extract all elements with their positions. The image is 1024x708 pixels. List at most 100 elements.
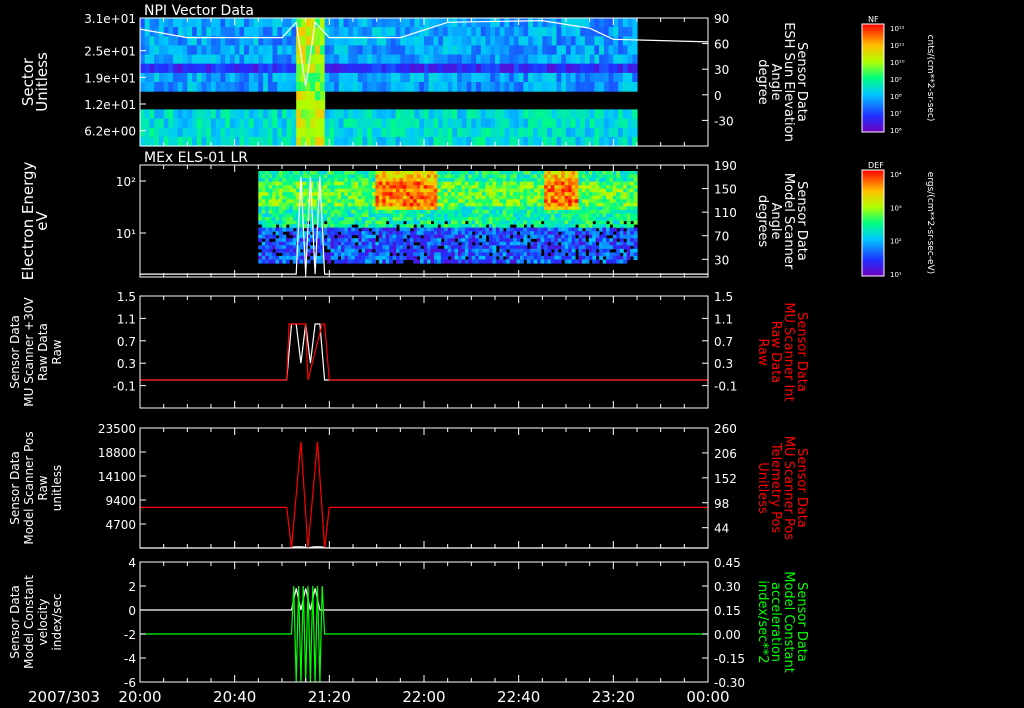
heatmap-cell bbox=[485, 82, 491, 92]
y-tick-right-label: 1.1 bbox=[714, 312, 733, 326]
heatmap-cell bbox=[320, 174, 325, 179]
heatmap-cell bbox=[300, 100, 307, 110]
heatmap-cell bbox=[533, 181, 538, 186]
heatmap-cell bbox=[239, 109, 245, 120]
heatmap-cell bbox=[499, 171, 504, 176]
heatmap-cell bbox=[547, 63, 553, 74]
heatmap-cell bbox=[378, 213, 383, 218]
heatmap-cell bbox=[347, 188, 352, 193]
heatmap-cell bbox=[581, 185, 586, 190]
heatmap-cell bbox=[275, 255, 280, 260]
heatmap-cell bbox=[428, 36, 434, 46]
heatmap-cell bbox=[263, 127, 269, 138]
heatmap-cell bbox=[376, 82, 382, 92]
heatmap-cell bbox=[282, 259, 287, 264]
heatmap-cell bbox=[518, 136, 524, 147]
y-tick-label: 2.5e+01 bbox=[84, 45, 136, 59]
heatmap-cell bbox=[413, 248, 418, 253]
heatmap-cell bbox=[378, 188, 383, 193]
heatmap-cell bbox=[437, 209, 442, 214]
heatmap-cell bbox=[466, 36, 472, 46]
heatmap-cell bbox=[468, 171, 473, 176]
heatmap-cell bbox=[428, 127, 434, 138]
heatmap-cell bbox=[365, 206, 369, 211]
heatmap-cell bbox=[509, 209, 514, 214]
heatmap-cell bbox=[258, 185, 263, 190]
heatmap-cell bbox=[367, 45, 373, 56]
heatmap-cell bbox=[386, 27, 392, 37]
y-tick-label: 10² bbox=[116, 175, 136, 189]
heatmap-cell bbox=[438, 27, 444, 37]
heatmap-cell bbox=[528, 54, 534, 65]
heatmap-cell bbox=[277, 63, 283, 74]
heatmap-cell bbox=[433, 27, 439, 37]
heatmap-cell bbox=[261, 241, 266, 246]
heatmap-cell bbox=[368, 231, 373, 236]
heatmap-cell bbox=[215, 82, 221, 92]
heatmap-cell bbox=[540, 195, 545, 200]
heatmap-cell bbox=[616, 206, 621, 211]
heatmap-cell bbox=[420, 227, 425, 232]
heatmap-cell bbox=[428, 118, 434, 129]
heatmap-cell bbox=[468, 252, 473, 257]
heatmap-cell bbox=[547, 109, 553, 120]
heatmap-cell bbox=[354, 213, 359, 218]
heatmap-cell bbox=[480, 36, 487, 46]
heatmap-cell bbox=[182, 45, 188, 56]
heatmap-cell bbox=[623, 224, 628, 229]
heatmap-cell bbox=[409, 63, 416, 74]
heatmap-cell bbox=[385, 252, 390, 257]
heatmap-cell bbox=[606, 248, 610, 253]
heatmap-cell bbox=[330, 192, 335, 197]
heatmap-cell bbox=[289, 245, 294, 250]
colorbar-label: DEF bbox=[868, 161, 884, 170]
heatmap-cell bbox=[365, 231, 369, 236]
heatmap-cell bbox=[206, 27, 212, 37]
heatmap-cell bbox=[239, 118, 245, 129]
heatmap-cell bbox=[140, 118, 146, 129]
heatmap-cell bbox=[581, 199, 586, 204]
heatmap-cell bbox=[324, 82, 330, 92]
heatmap-cell bbox=[509, 27, 515, 37]
heatmap-cell bbox=[330, 178, 335, 183]
heatmap-cell bbox=[452, 118, 458, 129]
heatmap-cell bbox=[378, 224, 383, 229]
heatmap-cell bbox=[599, 171, 604, 176]
heatmap-cell bbox=[371, 252, 376, 257]
heatmap-cell bbox=[616, 259, 621, 264]
heatmap-cell bbox=[606, 185, 610, 190]
heatmap-cell bbox=[556, 127, 562, 138]
heatmap-cell bbox=[357, 136, 363, 147]
heatmap-cell bbox=[261, 209, 266, 214]
heatmap-cell bbox=[556, 27, 562, 37]
heatmap-cell bbox=[206, 45, 212, 56]
heatmap-cell bbox=[289, 185, 294, 190]
heatmap-cell bbox=[451, 188, 456, 193]
heatmap-cell bbox=[627, 72, 633, 83]
heatmap-cell bbox=[516, 185, 521, 190]
heatmap-cell bbox=[551, 118, 558, 129]
heatmap-cell bbox=[603, 118, 610, 129]
y-tick-right-label: 0.00 bbox=[714, 628, 741, 642]
heatmap-cell bbox=[371, 259, 376, 264]
heatmap-cell bbox=[347, 199, 352, 204]
heatmap-cell bbox=[594, 36, 600, 46]
heatmap-cell bbox=[471, 36, 477, 46]
heatmap-cell bbox=[602, 234, 607, 239]
heatmap-cell bbox=[444, 245, 449, 250]
heatmap-cell bbox=[622, 54, 629, 65]
heatmap-cell bbox=[542, 36, 548, 46]
heatmap-cell bbox=[499, 220, 504, 225]
heatmap-cell bbox=[427, 178, 431, 183]
heatmap-cell bbox=[499, 245, 504, 250]
heatmap-cell bbox=[603, 45, 610, 56]
heatmap-cell bbox=[433, 82, 439, 92]
heatmap-cell bbox=[592, 195, 597, 200]
heatmap-cell bbox=[261, 171, 266, 176]
heatmap-cell bbox=[163, 72, 169, 83]
heatmap-cell bbox=[592, 174, 597, 179]
heatmap-cell bbox=[566, 18, 572, 28]
heatmap-cell bbox=[292, 213, 297, 218]
heatmap-cell bbox=[513, 127, 520, 138]
colorbar-tick-label: 10⁶ bbox=[890, 127, 902, 135]
